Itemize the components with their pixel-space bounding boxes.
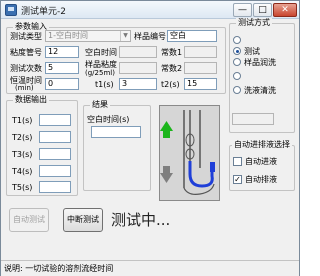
close-button[interactable]: ✕: [273, 3, 297, 17]
stop-test-button[interactable]: 中断测试: [63, 208, 103, 232]
arrow-up-icon: [163, 130, 170, 138]
data-output-group-label: 数据输出: [13, 95, 49, 105]
mode-extra-input[interactable]: [232, 113, 274, 125]
t2-label: t2(s): [161, 80, 180, 89]
t1-label: t1(s): [95, 80, 114, 89]
auto-group-label: 自动进排液选择: [232, 140, 292, 150]
arrow-down-icon: [163, 166, 170, 174]
t1-input[interactable]: 3: [119, 78, 157, 90]
t1-output-field[interactable]: [39, 114, 71, 126]
t2-output-label: T2(s): [12, 133, 33, 142]
const2-input[interactable]: [184, 62, 217, 74]
test-type-label: 测试类型: [10, 32, 42, 41]
mode-radio-sample-rinse-label: 样品润洗: [244, 58, 276, 67]
test-count-label: 测试次数: [10, 64, 42, 73]
testing-status-text: 测试中...: [111, 211, 171, 229]
auto-out-label: 自动排液: [245, 175, 277, 184]
test-type-select[interactable]: 1-空白时间 ▼: [45, 30, 131, 42]
t2-output-field[interactable]: [39, 131, 71, 143]
result-blank-time-label: 空白时间(s): [87, 115, 130, 124]
minimize-button[interactable]: —: [233, 3, 252, 17]
temp-time-input[interactable]: 0: [45, 78, 79, 90]
mode-radio-1[interactable]: [233, 36, 241, 44]
mode-radio-test[interactable]: [233, 47, 241, 55]
auto-out-checkbox[interactable]: ✓: [233, 175, 242, 184]
visc-tube-input[interactable]: 12: [45, 46, 79, 58]
auto-group: 自动进排液选择: [229, 140, 295, 191]
mode-radio-sample-rinse[interactable]: [233, 58, 241, 66]
t5-output-label: T5(s): [12, 183, 33, 192]
arrow-down-head: [160, 173, 173, 183]
liquid-column: [210, 162, 215, 172]
visc-tube-label: 粘度管号: [10, 48, 42, 57]
viscometer-svg: [160, 110, 215, 195]
app-icon: [5, 4, 17, 16]
viscometer-diagram: [159, 105, 220, 201]
auto-in-checkbox[interactable]: [233, 157, 242, 166]
sample-density-input[interactable]: [119, 62, 157, 74]
auto-in-label: 自动进液: [245, 157, 277, 166]
auto-test-button[interactable]: 自动测试: [9, 208, 49, 232]
chevron-down-icon: ▼: [120, 31, 130, 41]
test-count-input[interactable]: 5: [45, 62, 79, 74]
temp-time-unit: (min): [15, 84, 34, 92]
test-type-value: 1-空白时间: [48, 31, 88, 40]
arrow-up-head: [160, 121, 173, 131]
const2-label: 常数2: [161, 64, 183, 73]
main-window: 测试单元-2 — □ ✕ 参数输入 测试类型 1-空白时间 ▼ 样品编号 空白 …: [0, 0, 300, 276]
mode-radio-wash[interactable]: [233, 86, 241, 94]
sample-density-unit: (g/25ml): [85, 69, 115, 77]
blank-time-input[interactable]: [119, 46, 157, 58]
t4-output-field[interactable]: [39, 165, 71, 177]
t2-input[interactable]: 15: [184, 78, 217, 90]
mode-radio-test-label: 测试: [244, 47, 260, 56]
maximize-button[interactable]: □: [253, 3, 272, 17]
t4-output-label: T4(s): [12, 167, 33, 176]
result-group-label: 结果: [90, 100, 110, 110]
window-title: 测试单元-2: [21, 7, 66, 17]
sample-no-input[interactable]: 空白: [167, 30, 217, 42]
mode-radio-wash-label: 洗液清洗: [244, 86, 276, 95]
sample-density-label: 样品粘度: [85, 60, 117, 69]
title-bar[interactable]: 测试单元-2 — □ ✕: [1, 1, 299, 19]
blank-time-label: 空白时间: [85, 48, 117, 57]
const1-input[interactable]: [184, 46, 217, 58]
status-bar-text: 说明: 一切试验的溶剂流经时间: [4, 264, 114, 273]
liquid-path: [188, 161, 214, 188]
test-mode-group-label: 测试方式: [236, 18, 272, 28]
t5-output-field[interactable]: [39, 181, 71, 193]
status-bar: 说明: 一切试验的溶剂流经时间: [1, 260, 299, 276]
t3-output-label: T3(s): [12, 150, 33, 159]
mode-radio-4[interactable]: [233, 72, 241, 80]
t1-output-label: T1(s): [12, 116, 33, 125]
params-group-label: 参数输入: [13, 22, 49, 32]
t3-output-field[interactable]: [39, 148, 71, 160]
sample-no-label: 样品编号: [134, 32, 166, 41]
result-blank-time-field[interactable]: [91, 126, 141, 138]
const1-label: 常数1: [161, 48, 183, 57]
